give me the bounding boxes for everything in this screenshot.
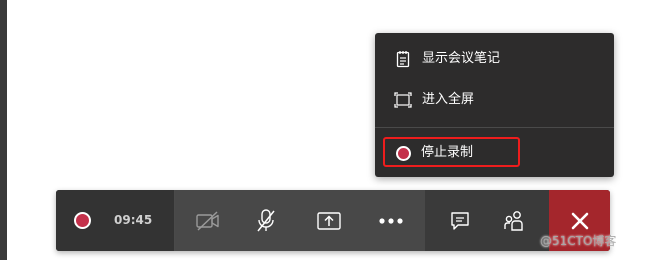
meeting-control-bar: 09:45 — [56, 190, 610, 251]
recording-indicator: 09:45 — [56, 190, 174, 251]
more-actions-menu: 显示会议笔记 进入全屏 停止录制 — [375, 33, 614, 177]
menu-item-label: 进入全屏 — [422, 92, 475, 107]
recording-timer: 09:45 — [114, 213, 153, 227]
menu-item-enter-fullscreen[interactable]: 进入全屏 — [375, 83, 614, 117]
more-icon — [378, 217, 404, 225]
close-icon — [570, 211, 590, 231]
camera-off-icon — [195, 210, 221, 232]
menu-item-label: 显示会议笔记 — [422, 51, 501, 66]
participants-icon — [502, 209, 526, 233]
show-participants-button[interactable] — [491, 190, 537, 251]
toolbar-panels — [425, 190, 549, 251]
recording-dot-icon — [74, 212, 91, 229]
watermark: @51CTO博客 — [540, 234, 617, 248]
show-conversation-button[interactable] — [437, 190, 483, 251]
toolbar-controls — [175, 190, 425, 251]
camera-off-button[interactable] — [185, 190, 231, 251]
window-left-edge — [0, 0, 7, 260]
mic-off-icon — [254, 208, 278, 234]
menu-item-stop-recording[interactable]: 停止录制 — [375, 136, 614, 170]
share-screen-button[interactable] — [306, 190, 352, 251]
more-actions-button[interactable] — [368, 190, 414, 251]
fullscreen-icon — [394, 91, 412, 109]
menu-divider — [375, 127, 614, 128]
mic-muted-button[interactable] — [243, 190, 289, 251]
notes-icon — [394, 50, 412, 68]
menu-item-show-meeting-notes[interactable]: 显示会议笔记 — [375, 42, 614, 76]
share-screen-icon — [316, 210, 342, 232]
menu-item-label: 停止录制 — [421, 145, 474, 160]
chat-icon — [449, 210, 471, 232]
record-stop-icon — [394, 144, 412, 162]
